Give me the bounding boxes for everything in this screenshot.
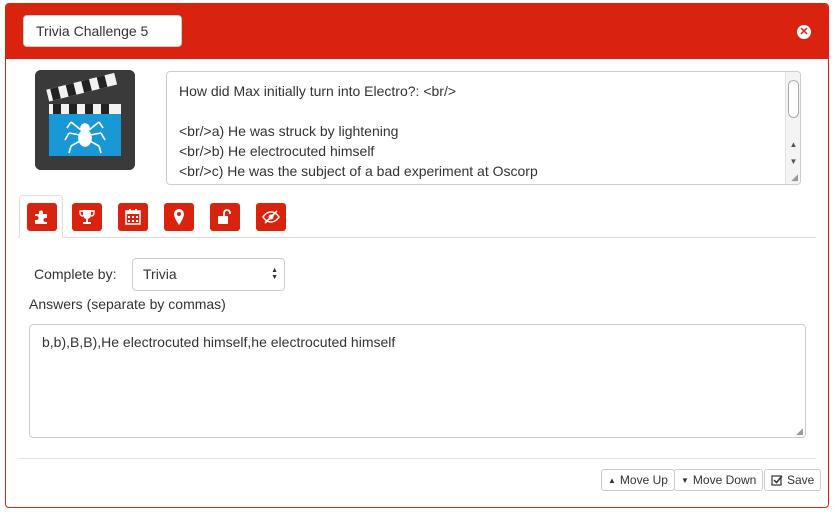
save-button[interactable]: Save [764, 469, 822, 491]
unlock-icon [218, 209, 231, 224]
move-up-label: Move Up [619, 473, 668, 487]
complete-by-value: Trivia [143, 266, 177, 282]
question-textarea[interactable]: How did Max initially turn into Electro?… [166, 71, 801, 185]
move-down-label: Move Down [692, 473, 757, 487]
challenge-panel: ✕ [5, 3, 829, 508]
select-arrows-icon: ▲ ▼ [271, 267, 278, 281]
caret-down-icon: ▼ [681, 475, 689, 485]
tab-puzzle[interactable] [27, 203, 57, 231]
map-marker-icon [174, 209, 184, 225]
tab-location[interactable] [164, 203, 194, 231]
scrollbar-thumb[interactable] [788, 80, 799, 118]
complete-by-label: Complete by: [34, 266, 117, 282]
caret-up-icon: ▲ [608, 475, 616, 485]
check-square-icon [771, 475, 783, 486]
resize-grip-icon[interactable]: ◢ [796, 426, 803, 437]
tab-trophy[interactable] [72, 203, 102, 231]
panel-header: ✕ [6, 4, 828, 59]
scroll-down-icon[interactable]: ▼ [786, 157, 800, 166]
move-down-button[interactable]: ▼ Move Down [674, 469, 764, 491]
clapperboard-icon [35, 70, 135, 170]
save-label: Save [787, 473, 815, 487]
scroll-up-icon[interactable]: ▲ [786, 140, 800, 149]
question-text[interactable]: How did Max initially turn into Electro?… [179, 81, 779, 184]
tabs-divider [18, 237, 816, 238]
calendar-icon [125, 209, 141, 225]
tab-unlock[interactable] [210, 203, 240, 231]
question-scrollbar[interactable]: ▲ ▼ [785, 72, 800, 184]
footer-divider [18, 458, 816, 459]
tab-calendar[interactable] [118, 203, 148, 231]
puzzle-icon [35, 210, 47, 224]
resize-grip-icon[interactable]: ◢ [791, 172, 798, 183]
complete-by-select[interactable]: Trivia ▲ ▼ [132, 258, 285, 291]
move-up-button[interactable]: ▲ Move Up [601, 469, 675, 491]
challenge-thumbnail[interactable] [35, 70, 135, 170]
answers-textarea[interactable]: b,b),B,B),He electrocuted himself,he ele… [29, 324, 806, 438]
eye-slash-icon [262, 210, 280, 224]
trophy-icon [79, 210, 95, 224]
challenge-title-input[interactable] [23, 15, 182, 47]
tab-visibility[interactable] [256, 203, 286, 231]
close-icon[interactable]: ✕ [797, 25, 811, 39]
answers-label: Answers (separate by commas) [29, 296, 226, 312]
